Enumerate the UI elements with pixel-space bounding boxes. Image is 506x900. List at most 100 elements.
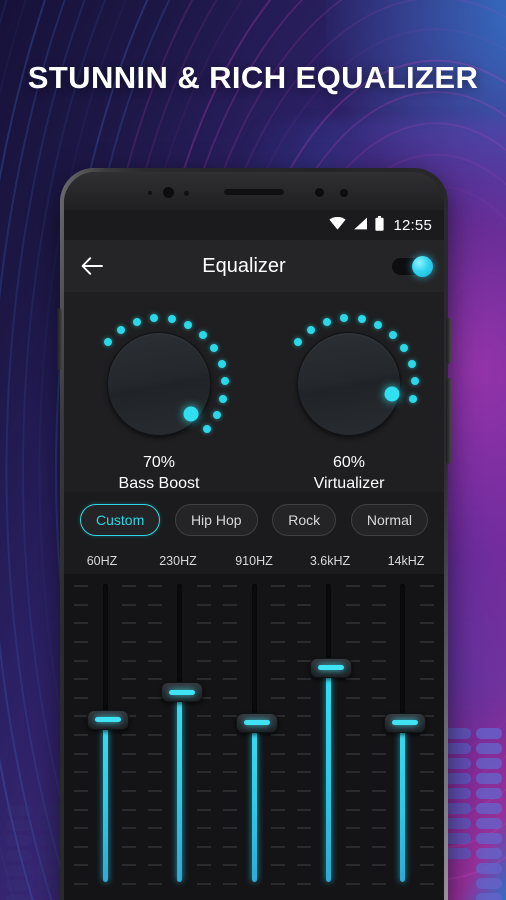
dial-dot — [217, 359, 226, 368]
slider-tick-marks — [297, 582, 315, 888]
dial-active-indicator[interactable] — [183, 406, 199, 422]
eq-deco-block — [6, 865, 32, 876]
knobs-panel: 70% Bass Boost 60% Virtualizer — [64, 292, 444, 492]
slider-thumb[interactable] — [235, 712, 278, 733]
eq-deco-block — [476, 848, 502, 859]
dial-dot — [150, 314, 159, 323]
slider-thumb[interactable] — [86, 709, 129, 730]
phone-button-volume — [446, 378, 451, 464]
equalizer-power-toggle[interactable] — [392, 255, 433, 277]
slider-tick-marks — [193, 582, 211, 888]
eq-deco-block — [476, 833, 502, 844]
slider-tick-marks — [118, 582, 137, 888]
eq-deco-block — [445, 743, 471, 754]
dial-dot — [104, 337, 113, 346]
knob-virtualizer[interactable]: 60% Virtualizer — [265, 306, 433, 493]
cellular-signal-icon — [353, 217, 368, 233]
eq-deco-block — [476, 743, 502, 754]
bass-boost-dial[interactable] — [76, 306, 242, 452]
slider-fill — [251, 722, 257, 882]
preset-button-custom[interactable]: Custom — [80, 504, 161, 536]
eq-deco-block — [6, 895, 32, 900]
eq-slider-14khz[interactable] — [366, 582, 440, 888]
eq-deco-block — [476, 863, 502, 874]
dial-dot — [409, 394, 418, 403]
eq-deco-block — [445, 818, 471, 829]
slider-thumb[interactable] — [309, 657, 352, 678]
dial-dot — [400, 344, 409, 353]
eq-deco-block — [6, 835, 32, 846]
virtualizer-dial[interactable] — [266, 306, 432, 452]
dial-dot — [219, 394, 228, 403]
frequency-label-60hz: 60HZ — [86, 554, 118, 568]
dial-dot — [210, 344, 219, 353]
phone-bezel — [64, 172, 444, 210]
eq-slider-60hz[interactable] — [68, 582, 142, 888]
eq-deco-block — [445, 803, 471, 814]
dial-plate — [107, 332, 211, 436]
slider-thumb[interactable] — [161, 682, 204, 703]
sensor-dot-icon — [315, 188, 324, 197]
eq-deco-block — [476, 803, 502, 814]
slider-tick-marks — [371, 582, 390, 888]
preset-button-normal[interactable]: Normal — [350, 504, 428, 536]
slider-tick-marks — [148, 582, 166, 888]
preset-button-hip-hop[interactable]: Hip Hop — [174, 504, 258, 536]
dial-dot — [198, 330, 207, 339]
phone-mockup: 12:55 Equalizer 70% Bass Boost 60% Virtu… — [57, 168, 451, 900]
slider-fill — [400, 722, 406, 882]
eq-deco-block — [6, 880, 32, 891]
decorative-eq-bars-left — [6, 805, 63, 900]
eq-slider-3.6khz[interactable] — [291, 582, 365, 888]
dial-dot — [184, 320, 193, 329]
slider-thumb-bar — [243, 720, 270, 726]
frequency-label-230hz: 230HZ — [159, 554, 197, 568]
dial-dot — [323, 317, 332, 326]
sensor-dot-icon — [340, 189, 348, 197]
dial-plate — [297, 332, 401, 436]
eq-deco-block — [445, 728, 471, 739]
preset-button-rock[interactable]: Rock — [272, 504, 337, 536]
knob-bass-boost[interactable]: 70% Bass Boost — [75, 306, 243, 493]
frequency-label-3.6khz: 3.6kHZ — [309, 554, 351, 568]
sensor-dot-icon — [184, 191, 189, 196]
eq-deco-block — [445, 788, 471, 799]
dial-dot — [213, 411, 222, 420]
eq-slider-910hz[interactable] — [217, 582, 291, 888]
dial-dot — [220, 377, 229, 386]
knob-value: 60% — [332, 454, 366, 471]
dial-dot — [117, 325, 126, 334]
frequency-label-14khz: 14kHZ — [387, 554, 425, 568]
slider-thumb-bar — [317, 665, 344, 671]
eq-deco-block — [476, 788, 502, 799]
battery-icon — [375, 216, 385, 234]
eq-deco-block — [476, 773, 502, 784]
app-bar: Equalizer — [64, 240, 444, 292]
front-camera-icon — [163, 187, 174, 198]
slider-thumb-bar — [392, 720, 419, 726]
app-title: Equalizer — [202, 254, 286, 277]
eq-deco-column — [445, 728, 471, 900]
promo-banner: STUNNIN & RICH EQUALIZER 12:55 Equalizer… — [0, 0, 506, 900]
dial-dot — [167, 315, 176, 324]
wifi-icon — [329, 217, 347, 233]
eq-deco-block — [445, 848, 471, 859]
slider-thumb[interactable] — [384, 712, 427, 733]
slider-tick-marks — [222, 582, 241, 888]
eq-deco-column — [476, 728, 502, 900]
slider-fill — [177, 692, 183, 882]
phone-button-power — [446, 318, 451, 364]
eq-deco-block — [445, 833, 471, 844]
preset-list: Custom Hip Hop Rock Normal — [64, 492, 444, 548]
dial-dot — [357, 315, 366, 324]
dial-active-indicator[interactable] — [384, 386, 400, 402]
knob-label: Bass Boost — [118, 475, 200, 492]
eq-slider-230hz[interactable] — [142, 582, 216, 888]
slider-tick-marks — [416, 582, 435, 888]
knob-label: Virtualizer — [313, 475, 385, 492]
eq-deco-block — [6, 805, 32, 816]
dial-dot — [388, 330, 397, 339]
slider-tick-marks — [74, 582, 92, 888]
frequency-label-910hz: 910HZ — [235, 554, 273, 568]
app-screen: 12:55 Equalizer 70% Bass Boost 60% Virtu… — [64, 210, 444, 900]
